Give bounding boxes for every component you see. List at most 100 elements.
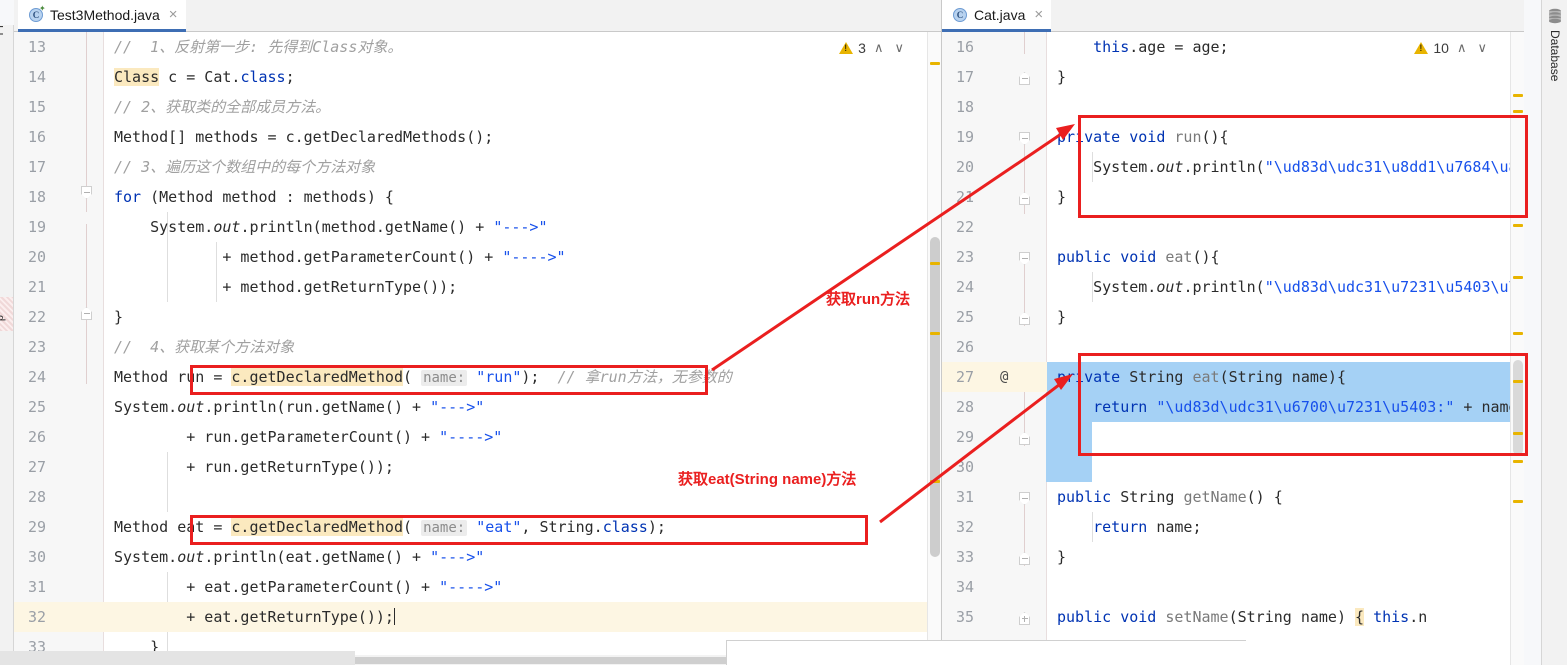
vertical-scrollbar-left[interactable] (927, 32, 941, 665)
line-number: 27 (28, 452, 46, 482)
tab-bar-left: C ✦ Test3Method.java × (14, 0, 941, 32)
line-number: 25 (28, 392, 46, 422)
tab-cat-java[interactable]: C Cat.java × (942, 0, 1051, 32)
code-line: return name; (1047, 512, 1524, 542)
code-line: } (1047, 302, 1524, 332)
code-line: } (1047, 542, 1524, 572)
line-number: 21 (956, 182, 974, 212)
warning-count: 3 (858, 40, 866, 56)
line-number: 32 (28, 602, 46, 632)
code-text-left[interactable]: // 1、反射第一步: 先得到Class对象。 Class c = Cat.cl… (104, 32, 941, 665)
editor-pane-right: C Cat.java × (941, 0, 1524, 665)
line-number: 26 (28, 422, 46, 452)
warning-marker (930, 480, 940, 483)
chevron-down-icon[interactable]: ∨ (1474, 40, 1490, 56)
database-icon (1547, 8, 1563, 24)
warning-marker (1513, 432, 1523, 435)
close-icon[interactable]: × (169, 7, 178, 22)
line-number: 23 (28, 332, 46, 362)
line-number: 28 (28, 482, 46, 512)
left-tool-strip[interactable]: PI p (0, 25, 14, 665)
code-line: System.out.println("\ud83d\udc31\u7231\u… (1047, 272, 1524, 302)
warning-marker (1513, 500, 1523, 503)
line-number: 24 (956, 272, 974, 302)
selection-gutter-highlight (1046, 392, 1092, 482)
line-number: 30 (28, 542, 46, 572)
line-number: 17 (956, 62, 974, 92)
tab-title: Cat.java (974, 7, 1025, 23)
warning-marker (930, 262, 940, 265)
tool-tab-label: Database (1548, 30, 1562, 81)
tab-title: Test3Method.java (50, 7, 160, 23)
scrollbar-thumb[interactable] (1513, 360, 1523, 455)
scrollbar-thumb[interactable] (930, 237, 940, 557)
chevron-up-icon[interactable]: ∧ (871, 40, 887, 56)
line-number: 30 (956, 452, 974, 482)
code-line (1047, 572, 1524, 602)
left-strip-label-secondary[interactable]: p (0, 315, 6, 321)
editor-pane-left: C ✦ Test3Method.java × 13 14 15 1 (14, 0, 941, 665)
code-line: + run.getParameterCount() + "---->" (104, 422, 941, 452)
bottom-status-strip (0, 651, 355, 665)
code-line: } (1047, 182, 1524, 212)
code-line (1047, 92, 1524, 122)
left-strip-label-project[interactable]: PI (0, 25, 6, 35)
parameter-hint: name: (421, 370, 467, 386)
code-line-current: + eat.getReturnType()); (104, 602, 941, 632)
line-number: 34 (956, 572, 974, 602)
inspection-widget-left[interactable]: 3 ∧ ∨ (839, 40, 907, 56)
line-number: 31 (28, 572, 46, 602)
code-text-right[interactable]: this.age = age; } private void run(){ Sy… (1047, 32, 1524, 665)
java-class-icon: C ✦ (28, 7, 44, 23)
warning-count: 10 (1433, 40, 1449, 56)
line-number: 28 (956, 392, 974, 422)
code-editor-right[interactable]: 16 17 18 19 20 21 22 23 24 25 26 27 @ 28… (942, 32, 1524, 665)
line-number: 18 (28, 182, 46, 212)
code-line-selected: private String eat(String name){ (1047, 362, 1524, 392)
code-line: } (1047, 62, 1524, 92)
bottom-popup-panel (726, 640, 1246, 665)
line-number: 23 (956, 242, 974, 272)
code-line: Method run = c.getDeclaredMethod( name: … (104, 362, 941, 392)
line-number: 24 (28, 362, 46, 392)
tab-test3method-java[interactable]: C ✦ Test3Method.java × (18, 0, 186, 32)
code-editor-left[interactable]: 13 14 15 16 17 18 19 20 21 22 23 24 25 2… (14, 32, 941, 665)
line-number: 22 (956, 212, 974, 242)
code-line: // 2、获取类的全部成员方法。 (104, 92, 941, 122)
warning-marker (1513, 94, 1523, 97)
vertical-scrollbar-right[interactable] (1510, 32, 1524, 665)
code-line: + run.getReturnType()); (104, 452, 941, 482)
code-line: System.out.println("\ud83d\udc31\u8dd1\u… (1047, 152, 1524, 182)
line-number: 31 (956, 482, 974, 512)
line-number: 33 (956, 542, 974, 572)
left-strip-marker (0, 297, 14, 331)
close-icon[interactable]: × (1034, 7, 1043, 22)
code-line (1047, 332, 1524, 362)
line-number: 14 (28, 62, 46, 92)
ide-window: PI p C ✦ Test3Method.java × (0, 0, 1567, 665)
line-number: 26 (956, 332, 974, 362)
code-line: Class c = Cat.class; (104, 62, 941, 92)
code-line: System.out.println(method.getName() + "-… (104, 212, 941, 242)
inspection-widget-right[interactable]: 10 ∧ ∨ (1414, 40, 1490, 56)
line-number: 20 (956, 152, 974, 182)
code-line: public String getName() { (1047, 482, 1524, 512)
chevron-down-icon[interactable]: ∨ (891, 40, 907, 56)
warning-marker (1513, 332, 1523, 335)
warning-marker (930, 332, 940, 335)
java-class-icon: C (952, 7, 968, 23)
chevron-up-icon[interactable]: ∧ (1454, 40, 1470, 56)
code-line: } (104, 302, 941, 332)
code-line (1047, 212, 1524, 242)
warning-triangle-icon (839, 42, 853, 54)
code-line: System.out.println(run.getName() + "--->… (104, 392, 941, 422)
warning-marker (1513, 460, 1523, 463)
line-number: 19 (28, 212, 46, 242)
line-number: 16 (956, 32, 974, 62)
tool-tab-database[interactable]: Database (1542, 8, 1567, 81)
line-number: 25 (956, 302, 974, 332)
line-number: 32 (956, 512, 974, 542)
override-marker[interactable]: @ (1000, 362, 1008, 392)
tab-bar-right: C Cat.java × (942, 0, 1524, 32)
code-line: + eat.getParameterCount() + "---->" (104, 572, 941, 602)
